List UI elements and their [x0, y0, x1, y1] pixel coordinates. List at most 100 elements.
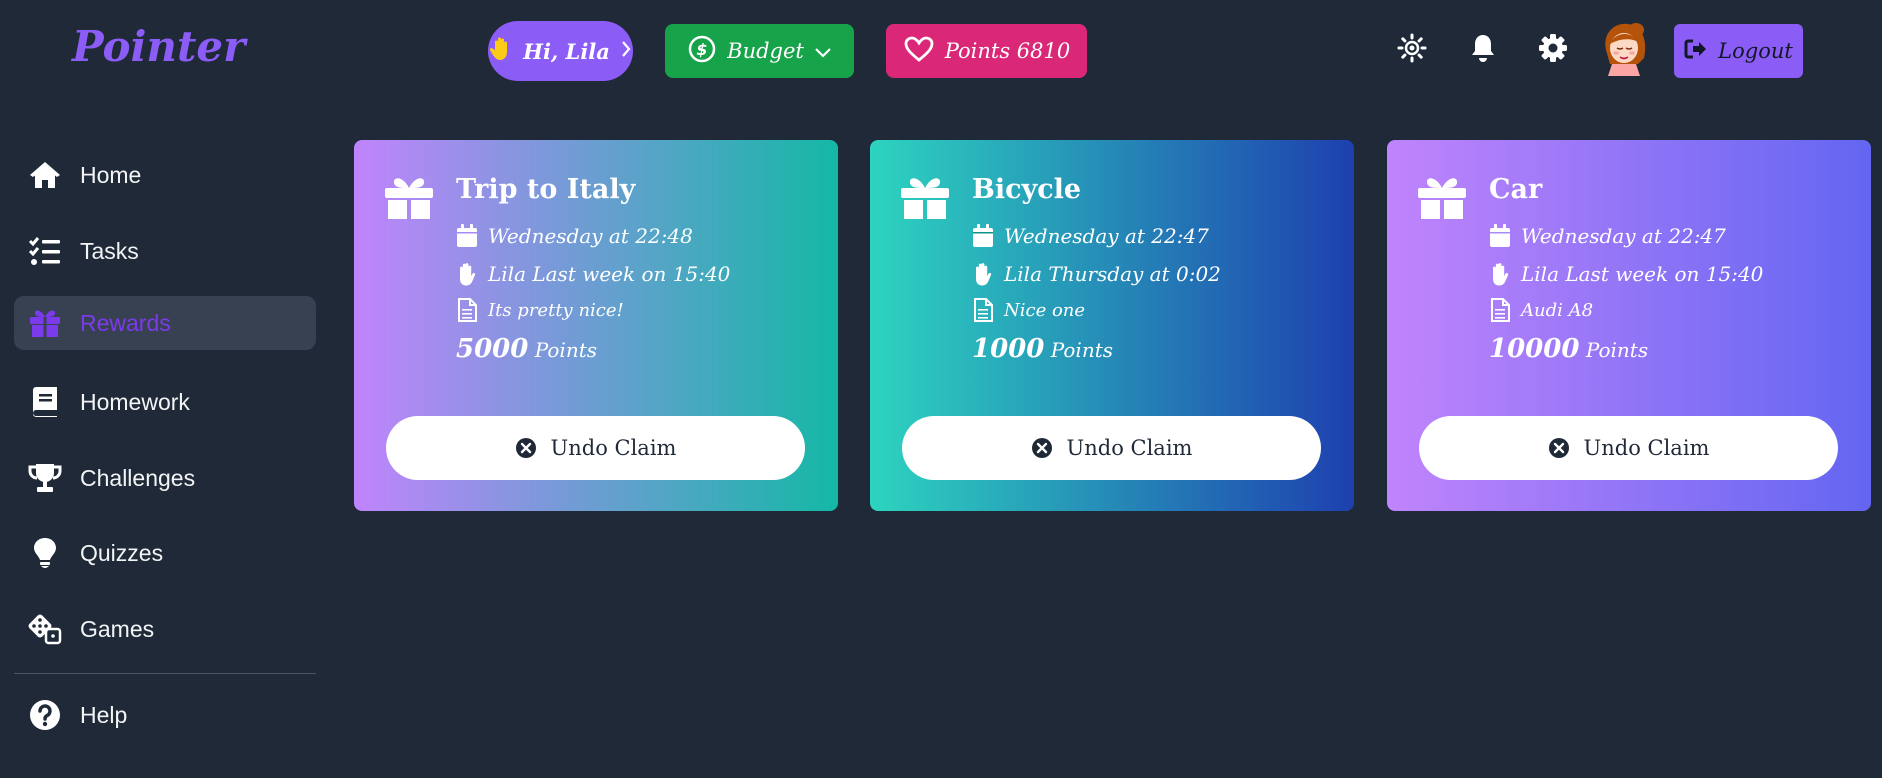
sidebar-item-label: Tasks — [80, 237, 139, 264]
theme-toggle-sun-icon[interactable] — [1396, 32, 1428, 64]
sidebar-item-label: Rewards — [80, 309, 171, 336]
reward-created-text: Wednesday at 22:47 — [1521, 224, 1726, 248]
sidebar-item-label: Games — [80, 615, 155, 642]
sidebar-item-label: Home — [80, 161, 142, 188]
rewards-content: Trip to Italy Wednesday at 22:48 Lila La… — [338, 120, 1882, 778]
undo-claim-label: Undo Claim — [1583, 436, 1710, 460]
reward-note: Its pretty nice! — [456, 298, 624, 322]
gift-icon — [900, 174, 950, 220]
sidebar-item-label: Help — [80, 701, 128, 728]
reward-points-value: 5000 — [456, 334, 529, 364]
sidebar-item-label: Challenges — [80, 464, 196, 491]
reward-created-text: Wednesday at 22:47 — [1004, 224, 1209, 248]
greeting-button[interactable]: Hi, Lila — [488, 21, 633, 81]
reward-created-text: Wednesday at 22:48 — [488, 224, 693, 248]
reward-points-unit: Points — [1050, 338, 1113, 362]
reward-points-value: 1000 — [972, 334, 1045, 364]
reward-claimed-text: Lila Last week on 15:40 — [1521, 262, 1764, 286]
x-circle-icon — [515, 438, 536, 458]
reward-note: Nice one — [972, 298, 1085, 322]
reward-note: Audi A8 — [1489, 298, 1593, 322]
sidebar-item-help[interactable]: Help — [14, 688, 316, 742]
reward-points: 1000 Points — [972, 334, 1113, 364]
dice-icon — [28, 614, 62, 645]
waving-hand-icon — [489, 36, 513, 67]
gear-icon[interactable] — [1537, 32, 1569, 64]
budget-label: Budget — [727, 39, 804, 63]
undo-claim-button[interactable]: Undo Claim — [902, 416, 1321, 480]
reward-card: Car Wednesday at 22:47 Lila Last week on… — [1387, 140, 1871, 511]
reward-title: Bicycle — [972, 174, 1082, 205]
sidebar-item-challenges[interactable]: Challenges — [14, 451, 316, 505]
chevron-down-icon — [814, 39, 832, 63]
sidebar-item-tasks[interactable]: Tasks — [14, 224, 316, 278]
points-label: Points 6810 — [944, 39, 1071, 63]
reward-claimed-text: Lila Thursday at 0:02 — [1004, 262, 1221, 286]
svg-text:$: $ — [697, 40, 708, 59]
calendar-icon — [1490, 224, 1510, 247]
reward-claimed: Lila Last week on 15:40 — [1489, 262, 1763, 286]
calendar-icon — [457, 224, 477, 247]
undo-claim-label: Undo Claim — [1066, 436, 1193, 460]
x-circle-icon — [1548, 438, 1569, 458]
book-icon — [33, 387, 57, 417]
document-icon — [458, 298, 477, 322]
reward-created: Wednesday at 22:47 — [1489, 224, 1726, 248]
reward-title: Trip to Italy — [456, 174, 636, 205]
sidebar-item-games[interactable]: Games — [14, 602, 316, 656]
document-icon — [1491, 298, 1510, 322]
reward-points-unit: Points — [534, 338, 597, 362]
reward-points: 5000 Points — [456, 334, 597, 364]
reward-card: Bicycle Wednesday at 22:47 Lila Thursday… — [870, 140, 1354, 511]
budget-dropdown[interactable]: $ Budget — [665, 24, 854, 78]
sidebar-item-home[interactable]: Home — [14, 148, 316, 202]
reward-points-value: 10000 — [1489, 334, 1580, 364]
reward-claimed-text: Lila Last week on 15:40 — [488, 262, 731, 286]
reward-title: Car — [1489, 174, 1543, 205]
gift-icon — [30, 310, 60, 337]
sidebar: Home Tasks Rewards Homework Challenges Q… — [0, 104, 338, 778]
sidebar-item-rewards[interactable]: Rewards — [14, 296, 316, 350]
heart-icon — [903, 35, 935, 68]
x-circle-icon — [1031, 438, 1052, 458]
home-icon — [30, 162, 60, 188]
points-button[interactable]: Points 6810 — [886, 24, 1087, 78]
sign-out-icon — [1684, 38, 1708, 65]
undo-claim-button[interactable]: Undo Claim — [1419, 416, 1838, 480]
logout-label: Logout — [1718, 39, 1793, 63]
reward-note-text: Nice one — [1004, 299, 1086, 321]
gift-icon — [384, 174, 434, 220]
sidebar-item-label: Homework — [80, 388, 190, 415]
gift-icon — [1417, 174, 1467, 220]
question-circle-icon — [30, 700, 60, 730]
reward-note-text: Audi A8 — [1521, 299, 1594, 321]
hand-icon — [460, 263, 476, 286]
logout-button[interactable]: Logout — [1674, 24, 1803, 78]
greeting-label: Hi, Lila — [523, 38, 610, 64]
sidebar-item-quizzes[interactable]: Quizzes — [14, 526, 316, 580]
top-bar: Pointer Hi, Lila $ Budget Points 6810 Lo… — [0, 0, 1882, 104]
sidebar-item-homework[interactable]: Homework — [14, 375, 316, 429]
hand-icon — [976, 263, 992, 286]
reward-claimed: Lila Thursday at 0:02 — [972, 262, 1221, 286]
app-logo[interactable]: Pointer — [72, 22, 245, 71]
reward-points: 10000 Points — [1489, 334, 1648, 364]
dollar-icon: $ — [687, 34, 717, 69]
bell-icon[interactable] — [1467, 32, 1499, 64]
reward-created: Wednesday at 22:47 — [972, 224, 1209, 248]
document-icon — [974, 298, 993, 322]
reward-card: Trip to Italy Wednesday at 22:48 Lila La… — [354, 140, 838, 511]
undo-claim-label: Undo Claim — [550, 436, 677, 460]
hand-icon — [1493, 263, 1509, 286]
sidebar-divider — [14, 673, 316, 674]
user-avatar[interactable] — [1598, 20, 1650, 76]
chevron-right-icon — [620, 39, 632, 63]
reward-created: Wednesday at 22:48 — [456, 224, 693, 248]
undo-claim-button[interactable]: Undo Claim — [386, 416, 805, 480]
trophy-icon — [28, 464, 62, 492]
reward-note-text: Its pretty nice! — [488, 299, 624, 321]
tasks-icon — [28, 237, 60, 265]
sidebar-item-label: Quizzes — [80, 539, 164, 566]
lightbulb-icon — [34, 538, 56, 568]
calendar-icon — [973, 224, 993, 247]
